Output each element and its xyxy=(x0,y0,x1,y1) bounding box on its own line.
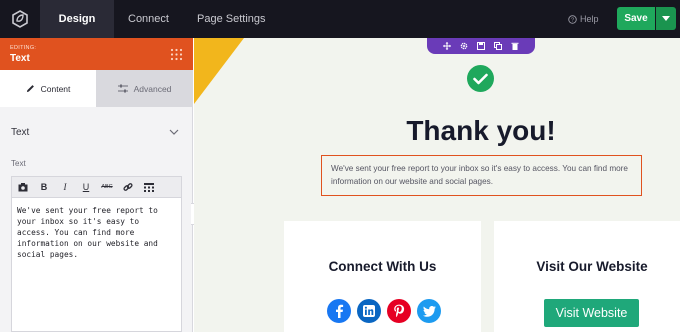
settings-icon[interactable] xyxy=(460,42,468,50)
duplicate-icon[interactable] xyxy=(494,42,502,50)
move-icon[interactable] xyxy=(443,42,451,50)
help-link[interactable]: ? Help xyxy=(568,0,599,38)
tab-content[interactable]: Content xyxy=(0,70,96,107)
save-button[interactable]: Save xyxy=(617,7,655,30)
logo-icon[interactable] xyxy=(0,0,40,38)
text-editor[interactable]: We've sent your free report to your inbo… xyxy=(11,198,182,332)
tab-advanced[interactable]: Advanced xyxy=(96,70,193,107)
checkmark-icon xyxy=(467,65,494,92)
tab-design[interactable]: Design xyxy=(40,0,114,38)
media-icon[interactable] xyxy=(18,182,28,192)
visit-card-title: Visit Our Website xyxy=(536,259,648,274)
top-bar: Design Connect Page Settings ? Help Save xyxy=(0,0,680,38)
editing-label: EDITING: xyxy=(10,45,37,51)
tab-content-label: Content xyxy=(40,83,71,94)
help-label: Help xyxy=(580,14,599,24)
caret-down-icon xyxy=(662,16,670,21)
connect-card[interactable]: Connect With Us xyxy=(284,221,481,332)
grip-icon[interactable] xyxy=(170,48,183,61)
bold-icon[interactable]: B xyxy=(39,182,49,192)
settings-sidebar: EDITING: Text Content Advanced Text Text… xyxy=(0,38,193,332)
save-options-button[interactable] xyxy=(656,7,676,30)
page-canvas: Thank you! We've sent your free report t… xyxy=(194,38,680,332)
social-icons xyxy=(327,299,441,323)
selected-text-block[interactable]: We've sent your free report to your inbo… xyxy=(321,155,642,196)
help-icon: ? xyxy=(568,14,577,24)
sliders-icon xyxy=(117,84,128,93)
link-icon[interactable] xyxy=(123,182,133,192)
panel-tabs: Content Advanced xyxy=(0,70,193,107)
section-title-text[interactable]: Text xyxy=(11,127,29,138)
kitchen-sink-icon[interactable] xyxy=(144,182,154,192)
tab-page-settings[interactable]: Page Settings xyxy=(197,0,266,38)
visit-website-button[interactable]: Visit Website xyxy=(544,299,639,327)
strikethrough-icon[interactable]: ABC xyxy=(101,184,112,190)
chevron-down-icon[interactable] xyxy=(169,128,179,136)
sidebar-header: EDITING: Text xyxy=(0,38,193,70)
underline-icon[interactable]: U xyxy=(81,182,91,192)
tab-advanced-label: Advanced xyxy=(133,83,172,94)
pencil-icon xyxy=(26,85,34,93)
editor-toolbar: B I U ABC xyxy=(11,176,182,198)
visit-website-card[interactable]: Visit Our Website Visit Website xyxy=(494,221,680,332)
field-label-text: Text xyxy=(11,159,26,168)
editing-title: Text xyxy=(10,53,30,64)
linkedin-icon[interactable] xyxy=(357,299,381,323)
facebook-icon[interactable] xyxy=(327,299,351,323)
accent-shape xyxy=(194,38,244,104)
twitter-icon[interactable] xyxy=(417,299,441,323)
save-icon[interactable] xyxy=(477,42,485,50)
pinterest-icon[interactable] xyxy=(387,299,411,323)
tab-connect[interactable]: Connect xyxy=(128,0,169,38)
row-toolbar xyxy=(427,38,535,54)
connect-card-title: Connect With Us xyxy=(328,259,437,274)
delete-icon[interactable] xyxy=(511,42,519,50)
italic-icon[interactable]: I xyxy=(60,182,70,192)
page-headline[interactable]: Thank you! xyxy=(194,115,680,147)
